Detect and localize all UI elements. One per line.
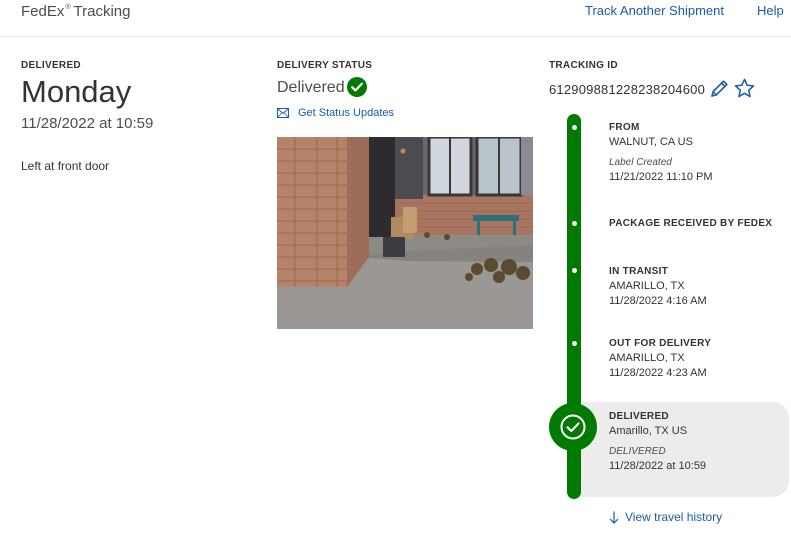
event-time: 11/28/2022 at 10:59 (609, 460, 707, 472)
help-link[interactable]: Help (757, 3, 784, 18)
event-location: Amarillo, TX US (609, 425, 688, 437)
view-travel-history-label: View travel history (625, 510, 723, 524)
timeline-event-out-for-delivery: OUT FOR DELIVERY AMARILLO, TX 11/28/2022… (609, 338, 711, 379)
timeline-dot (572, 341, 577, 346)
arrow-down-icon (609, 511, 619, 524)
event-note: Label Created (609, 157, 672, 168)
brand-title: FedEx® Tracking (21, 3, 131, 20)
delivery-datetime: 11/28/2022 at 10:59 (21, 115, 154, 132)
header-bar: FedEx® Tracking Track Another Shipment He… (0, 0, 791, 37)
event-time: 11/21/2022 11:10 PM (609, 171, 713, 183)
timeline-event-from: FROM WALNUT, CA US Label Created 11/21/2… (609, 122, 713, 183)
timeline-event-received: PACKAGE RECEIVED BY FEDEX (609, 218, 772, 229)
event-location: AMARILLO, TX (609, 352, 685, 364)
event-title: IN TRANSIT (609, 266, 669, 277)
timeline-dot (572, 221, 577, 226)
delivery-status-label: DELIVERY STATUS (277, 60, 373, 71)
delivered-label: DELIVERED (21, 60, 81, 71)
event-time: 11/28/2022 4:16 AM (609, 295, 707, 307)
get-status-updates-label: Get Status Updates (298, 107, 394, 119)
timeline-dot (572, 268, 577, 273)
tracking-id-value: 612909881228238204600 (549, 82, 706, 97)
tracking-id-label: TRACKING ID (549, 60, 618, 71)
proof-of-delivery-photo[interactable] (277, 137, 533, 329)
track-another-shipment-link[interactable]: Track Another Shipment (585, 3, 724, 18)
registered-mark: ® (65, 4, 71, 11)
envelope-icon (277, 108, 289, 118)
view-travel-history-link[interactable]: View travel history (609, 510, 722, 524)
timeline-event-delivered: DELIVERED Amarillo, TX US DELIVERED 11/2… (609, 411, 706, 472)
event-title: DELIVERED (609, 411, 669, 422)
brand-name: FedEx (21, 3, 65, 20)
event-location: AMARILLO, TX (609, 280, 685, 292)
event-time: 11/28/2022 4:23 AM (609, 367, 707, 379)
delivered-check-icon (549, 403, 597, 451)
timeline-dot (572, 125, 577, 130)
pencil-icon[interactable] (708, 78, 730, 100)
event-title: OUT FOR DELIVERY (609, 338, 712, 349)
event-title: FROM (609, 122, 640, 133)
delivery-day: Monday (21, 74, 132, 109)
event-note: DELIVERED (609, 446, 666, 457)
star-icon[interactable] (733, 77, 756, 100)
event-location: WALNUT, CA US (609, 136, 693, 148)
timeline-event-in-transit: IN TRANSIT AMARILLO, TX 11/28/2022 4:16 … (609, 266, 707, 307)
delivery-note: Left at front door (21, 159, 110, 173)
brand-suffix: Tracking (73, 3, 131, 20)
event-title: PACKAGE RECEIVED BY FEDEX (609, 218, 773, 229)
delivery-status-value: Delivered (277, 79, 345, 96)
get-status-updates-link[interactable]: Get Status Updates (277, 107, 394, 119)
check-circle-icon (347, 77, 367, 97)
